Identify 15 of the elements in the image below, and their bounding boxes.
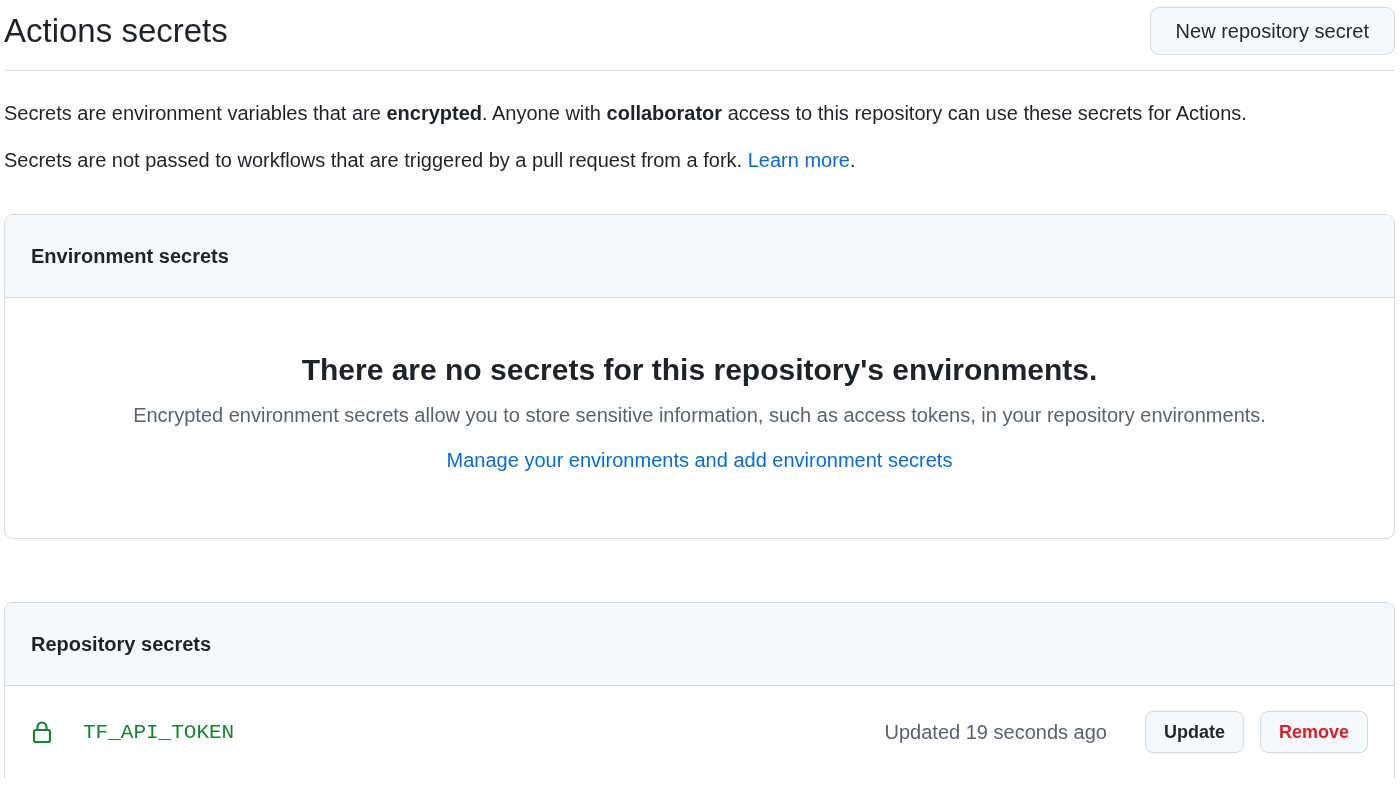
update-button[interactable]: Update bbox=[1144, 711, 1244, 753]
updated-time: Updated 19 seconds ago bbox=[884, 720, 1107, 744]
learn-more-link[interactable]: Learn more bbox=[747, 149, 850, 171]
manage-environments-link[interactable]: Manage your environments and add environment secrets bbox=[446, 449, 953, 472]
empty-state-title: There are no secrets for this repository's environments. bbox=[301, 353, 1098, 387]
description-text: Secrets are not passed to workflows that are triggered by a pull request from a fork. Learn more. bbox=[4, 148, 857, 173]
page-title: Actions secrets bbox=[4, 12, 228, 50]
lock-icon bbox=[31, 720, 53, 744]
secret-name: TF_API_TOKEN bbox=[83, 720, 236, 744]
remove-button[interactable]: Remove bbox=[1259, 711, 1368, 753]
section-heading: Environment secrets bbox=[31, 244, 229, 268]
description-text: Secrets are environment variables that are encrypted. Anyone with collaborator access to this repository can use these secrets for Actions. bbox=[4, 101, 1248, 126]
empty-state-description: Encrypted environment secrets allow you to store sensitive information, such as access tokens, in your repository environments. bbox=[133, 403, 1266, 428]
new-secret-button[interactable]: New repository secret bbox=[1149, 7, 1395, 55]
section-heading: Repository secrets bbox=[31, 632, 212, 656]
